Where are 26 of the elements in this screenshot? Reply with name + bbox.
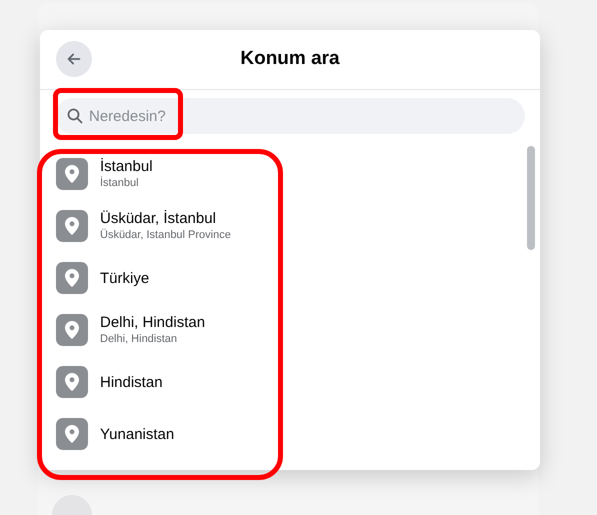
back-button[interactable] bbox=[56, 41, 92, 77]
location-name: Delhi, Hindistan bbox=[100, 313, 206, 332]
location-result[interactable]: İstanbul İstanbul bbox=[40, 148, 540, 200]
location-pin-icon bbox=[56, 366, 88, 398]
location-detail: İstanbul bbox=[100, 176, 140, 191]
location-result[interactable]: Üsküdar, İstanbul Üsküdar, Istanbul Province bbox=[40, 200, 540, 252]
scrollbar-thumb[interactable] bbox=[527, 146, 535, 250]
location-pin-icon bbox=[56, 314, 88, 346]
location-name: Üsküdar, İstanbul bbox=[100, 209, 217, 228]
location-detail: Delhi, Hindistan bbox=[100, 332, 178, 347]
location-name: Hindistan bbox=[100, 372, 163, 392]
search-field[interactable]: Neredesin? bbox=[55, 98, 525, 134]
dialog-title: Konum ara bbox=[240, 47, 340, 72]
location-detail: Üsküdar, Istanbul Province bbox=[100, 228, 231, 243]
location-result[interactable]: Hindistan bbox=[40, 356, 540, 408]
search-icon bbox=[67, 108, 83, 124]
location-name: İstanbul bbox=[100, 157, 153, 176]
location-pin-icon bbox=[56, 210, 88, 242]
location-name: Türkiye bbox=[100, 268, 150, 288]
location-result[interactable]: Delhi, Hindistan Delhi, Hindistan bbox=[40, 304, 540, 356]
location-result[interactable]: Türkiye bbox=[40, 252, 540, 304]
location-name: Yunanistan bbox=[100, 424, 174, 444]
location-result[interactable]: Yunanistan bbox=[40, 408, 540, 460]
location-pin-icon bbox=[56, 418, 88, 450]
location-pin-icon bbox=[56, 158, 88, 190]
location-pin-icon bbox=[56, 262, 88, 294]
